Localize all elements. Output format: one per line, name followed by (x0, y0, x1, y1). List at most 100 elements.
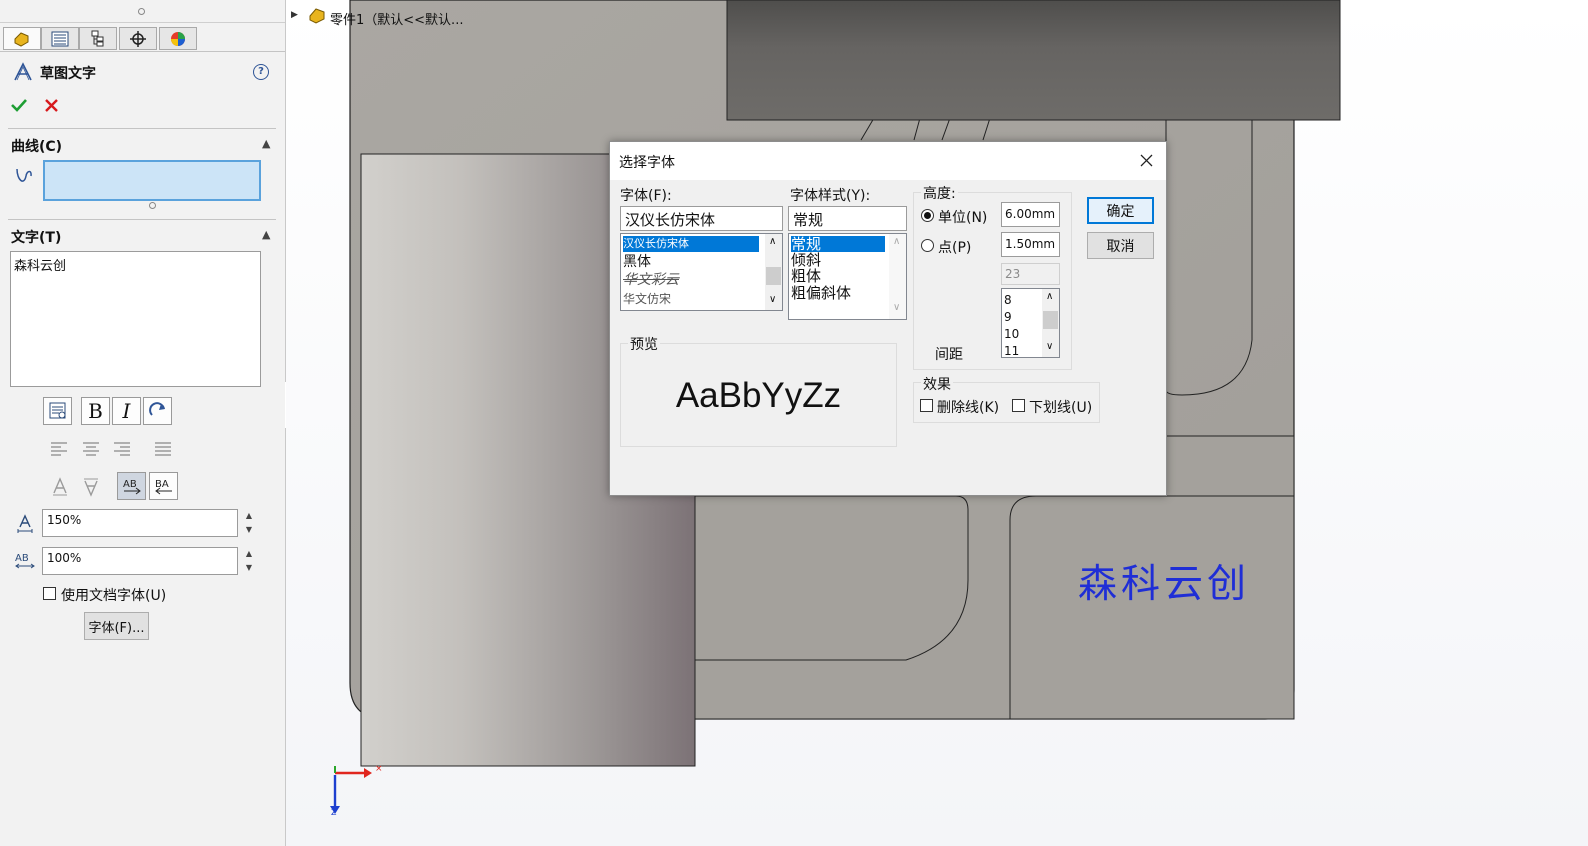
use-document-font-checkbox[interactable] (43, 587, 56, 600)
resize-handle[interactable] (149, 202, 156, 209)
tab-property-manager[interactable] (41, 27, 79, 50)
rotate-button[interactable] (143, 397, 172, 425)
flip-reverse-button[interactable]: BA (149, 472, 178, 500)
divider (8, 219, 276, 220)
curve-selection-box[interactable] (43, 160, 261, 201)
style-list-item[interactable]: 常规 (791, 236, 885, 252)
strikethrough-checkbox[interactable] (920, 399, 933, 412)
flip-upside-down-icon[interactable] (82, 477, 100, 497)
font-name-input[interactable]: 汉仪长仿宋体 (620, 206, 783, 231)
font-style-input[interactable]: 常规 (788, 206, 907, 231)
tab-dimxpert-manager[interactable] (119, 27, 157, 50)
svg-text:AB: AB (15, 553, 29, 564)
part-icon (309, 8, 325, 24)
appearance-ball-icon (171, 31, 185, 46)
size-list-item[interactable]: 9 (1004, 309, 1012, 325)
configuration-manager-icon (91, 30, 104, 46)
triad-x-label: × (375, 764, 383, 774)
size-list-scrollbar[interactable]: ∧ ∨ (1042, 289, 1059, 357)
text-section-title[interactable]: 文字(T) (11, 227, 61, 247)
scroll-thumb[interactable] (766, 267, 781, 285)
scroll-down-icon[interactable]: ∨ (893, 302, 900, 313)
tree-expand-arrow[interactable]: ▶ (291, 10, 298, 20)
curve-selection-icon (16, 168, 32, 182)
unit-height-input[interactable]: 6.00mm (1001, 202, 1060, 227)
scroll-up-icon[interactable]: ∧ (769, 236, 776, 247)
justify-icon[interactable] (154, 441, 172, 457)
spin-down-icon[interactable]: ▼ (242, 523, 256, 537)
tab-configuration-manager[interactable] (79, 27, 117, 50)
tab-display-manager[interactable] (159, 27, 197, 50)
scroll-down-icon[interactable]: ∨ (769, 294, 776, 305)
font-list-item[interactable]: 汉仪长仿宋体 (623, 236, 759, 252)
size-list-item[interactable]: 10 (1004, 326, 1019, 342)
collapse-chevron-icon[interactable]: ▲ (262, 228, 270, 241)
style-list-item[interactable]: 粗偏斜体 (791, 285, 851, 301)
style-list-item[interactable]: 倾斜 (791, 252, 821, 268)
width-factor-input[interactable]: 150% (42, 509, 238, 537)
divider (0, 22, 285, 23)
feature-tree-root[interactable]: 零件1（默认<<默认... (330, 9, 463, 28)
flip-vertical-icon[interactable] (51, 477, 69, 497)
point-size-list[interactable]: 8 9 10 11 ∧ ∨ (1001, 288, 1060, 358)
size-list-item[interactable]: 8 (1004, 292, 1012, 308)
dialog-titlebar: 选择字体 (610, 142, 1166, 180)
font-style-list[interactable]: 常规 倾斜 粗体 粗偏斜体 ∧ ∨ (788, 233, 907, 320)
collapse-chevron-icon[interactable]: ▲ (262, 137, 270, 150)
height-label: 高度: (921, 183, 958, 203)
scroll-up-icon[interactable]: ∧ (1046, 291, 1053, 302)
ok-button[interactable]: 确定 (1087, 197, 1154, 224)
align-right-icon[interactable] (113, 441, 131, 457)
style-list-scrollbar[interactable]: ∧ ∨ (889, 234, 906, 319)
panel-splitter-handle[interactable] (138, 8, 145, 15)
italic-button[interactable]: I (112, 397, 141, 425)
unit-radio[interactable] (921, 209, 934, 222)
width-factor-icon (17, 514, 33, 533)
align-center-icon[interactable] (82, 441, 100, 457)
unit-label: 单位(N) (938, 210, 988, 226)
spin-up-icon[interactable]: ▲ (242, 547, 256, 561)
size-list-item[interactable]: 11 (1004, 343, 1019, 357)
effects-label: 效果 (921, 374, 953, 394)
point-radio[interactable] (921, 239, 934, 252)
svg-text:BA: BA (155, 479, 169, 490)
sketch-text-preview: 森科云创 (1078, 562, 1251, 607)
font-list-item[interactable]: 华文彩云 (623, 272, 679, 288)
font-list-item[interactable]: 华文仿宋 (623, 291, 671, 307)
cancel-button[interactable]: 取消 (1087, 232, 1154, 259)
bold-button[interactable]: B (81, 397, 110, 425)
point-size-input[interactable]: 23 (1001, 263, 1060, 285)
font-list-scrollbar[interactable]: ∧ ∨ (765, 234, 782, 310)
curve-section-title[interactable]: 曲线(C) (11, 136, 62, 156)
point-height-input[interactable]: 1.50mm (1001, 232, 1060, 257)
spin-down-icon[interactable]: ▼ (242, 561, 256, 575)
scroll-thumb[interactable] (1043, 311, 1058, 329)
link-property-button[interactable] (43, 397, 72, 425)
sketch-text-icon (14, 62, 32, 81)
style-list-item[interactable]: 粗体 (791, 268, 821, 284)
style-label: 字体样式(Y): (790, 188, 871, 204)
font-button[interactable]: 字体(F)... (84, 612, 149, 640)
bold-glyph: B (88, 399, 103, 423)
triad-z-label: Z (331, 808, 337, 817)
underline-label: 下划线(U) (1029, 400, 1093, 416)
align-left-icon[interactable] (50, 441, 68, 457)
scroll-down-icon[interactable]: ∨ (1046, 341, 1053, 352)
font-list[interactable]: 汉仪长仿宋体 黑体 华文彩云 华文仿宋 ∧ ∨ (620, 233, 783, 311)
close-icon[interactable] (1140, 154, 1153, 167)
char-spacing-input[interactable]: 100% (42, 547, 238, 575)
scroll-up-icon[interactable]: ∧ (893, 236, 900, 247)
divider (0, 51, 285, 52)
italic-glyph: I (122, 399, 131, 423)
ok-check-icon[interactable] (11, 98, 27, 112)
help-icon[interactable]: ? (253, 64, 269, 80)
text-content-area[interactable]: 森科云创 (10, 251, 261, 387)
cancel-x-icon[interactable] (45, 99, 58, 112)
underline-checkbox[interactable] (1012, 399, 1025, 412)
tab-feature-manager[interactable] (3, 27, 41, 50)
dialog-title: 选择字体 (619, 155, 675, 171)
font-list-item[interactable]: 黑体 (623, 254, 651, 270)
manager-tabs (3, 27, 199, 51)
flip-horizontal-button[interactable]: AB (117, 472, 146, 500)
spin-up-icon[interactable]: ▲ (242, 509, 256, 523)
